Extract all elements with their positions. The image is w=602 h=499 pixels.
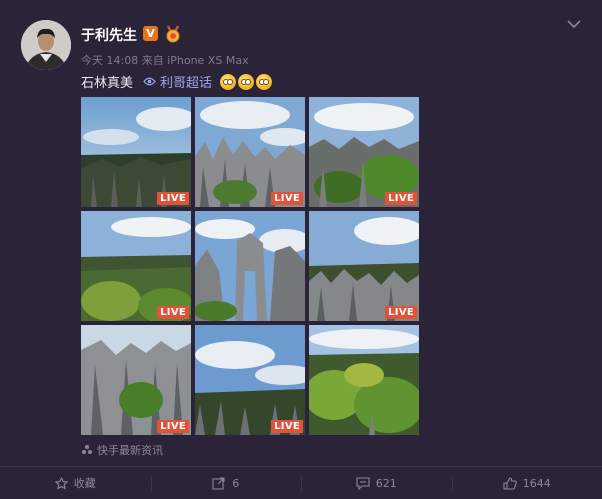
live-badge: LIVE bbox=[157, 192, 189, 205]
source-icon bbox=[82, 445, 92, 454]
live-badge: LIVE bbox=[157, 420, 189, 433]
live-badge: LIVE bbox=[385, 192, 417, 205]
favorite-label: 收藏 bbox=[73, 477, 96, 490]
author-avatar[interactable] bbox=[21, 20, 71, 70]
post-source[interactable]: 快手最新资讯 bbox=[81, 442, 163, 458]
live-badge: LIVE bbox=[385, 306, 417, 319]
comment-icon bbox=[356, 476, 370, 490]
comment-count: 621 bbox=[375, 476, 397, 490]
post-meta: 今天 14:08 来自 iPhone XS Max bbox=[81, 54, 249, 67]
emoji-icon bbox=[220, 73, 237, 90]
photo-thumbnail[interactable]: LIVE bbox=[81, 97, 191, 207]
medal-icon bbox=[164, 25, 182, 43]
favorite-button[interactable]: 收藏 bbox=[0, 467, 151, 499]
post-body: 石林真美 bbox=[81, 76, 134, 91]
photo-thumbnail[interactable]: LIVE bbox=[309, 211, 419, 321]
photo-thumbnail[interactable]: LIVE bbox=[195, 325, 305, 435]
author-name[interactable]: 于利先生 bbox=[81, 25, 137, 45]
favorite-icon bbox=[54, 476, 68, 490]
comment-button[interactable]: 621 bbox=[301, 467, 452, 499]
chevron-down-icon[interactable] bbox=[566, 18, 582, 30]
topic-icon bbox=[143, 77, 156, 86]
emoji-icon bbox=[256, 73, 273, 90]
photo-thumbnail[interactable] bbox=[309, 325, 419, 435]
photo-thumbnail[interactable]: LIVE bbox=[81, 211, 191, 321]
repost-button[interactable]: 6 bbox=[150, 467, 302, 499]
like-icon bbox=[503, 476, 517, 490]
live-badge: LIVE bbox=[271, 192, 303, 205]
live-badge: LIVE bbox=[157, 306, 189, 319]
post-text: 石林真美 利哥超话 bbox=[81, 72, 273, 91]
photo-thumbnail[interactable] bbox=[195, 211, 305, 321]
like-count: 1644 bbox=[522, 476, 551, 490]
action-bar: 收藏 6 621 1644 bbox=[0, 467, 602, 499]
like-button[interactable]: 1644 bbox=[451, 467, 602, 499]
emoji-icon bbox=[238, 73, 255, 90]
photo-thumbnail[interactable]: LIVE bbox=[309, 97, 419, 207]
photo-grid: LIVE LIVE LIVE LIVE LIVE LIVE LIVE bbox=[81, 97, 419, 435]
live-badge: LIVE bbox=[271, 420, 303, 433]
repost-count: 6 bbox=[232, 476, 240, 490]
repost-icon bbox=[212, 477, 225, 490]
topic-link[interactable]: 利哥超话 bbox=[143, 72, 212, 91]
photo-thumbnail[interactable]: LIVE bbox=[81, 325, 191, 435]
photo-thumbnail[interactable]: LIVE bbox=[195, 97, 305, 207]
source-label: 快手最新资讯 bbox=[97, 444, 163, 457]
verified-badge-icon: V bbox=[143, 26, 158, 41]
topic-label: 利哥超话 bbox=[160, 76, 213, 91]
